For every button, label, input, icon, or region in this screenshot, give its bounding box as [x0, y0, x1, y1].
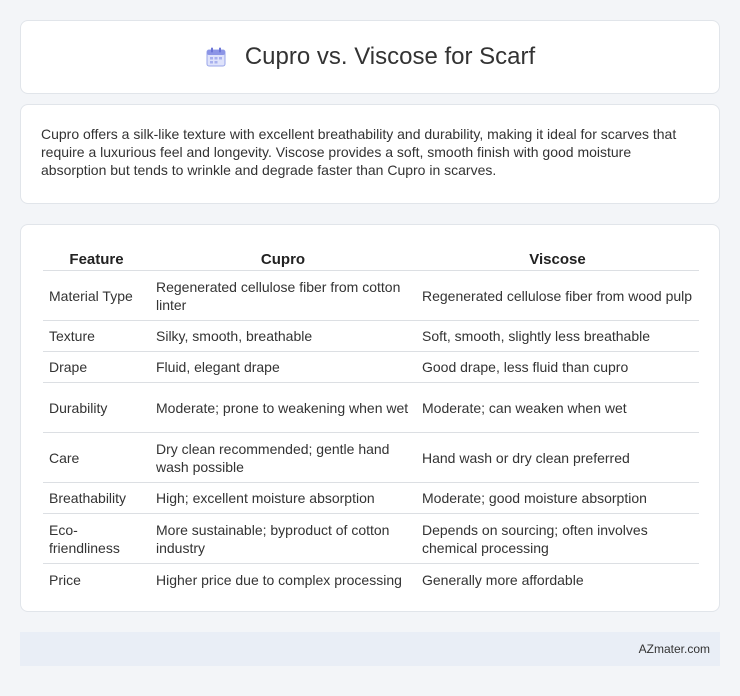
comparison-table: Feature Cupro Viscose Material Type Rege…	[43, 243, 699, 595]
viscose-cell: Hand wash or dry clean preferred	[416, 433, 699, 483]
header-feature: Feature	[43, 243, 150, 271]
viscose-cell: Good drape, less fluid than cupro	[416, 352, 699, 383]
page-title: Cupro vs. Viscose for Scarf	[244, 43, 536, 70]
cupro-cell: Higher price due to complex processing	[156, 571, 402, 588]
table-row: Material Type Regenerated cellulose fibe…	[43, 271, 699, 321]
table-row: Eco-friendliness More sustainable; bypro…	[43, 514, 699, 564]
viscose-cell: Regenerated cellulose fiber from wood pu…	[416, 271, 699, 321]
cupro-cell: More sustainable; byproduct of cotton in…	[150, 514, 416, 564]
cupro-cell: Moderate; prone to weakening when wet	[150, 383, 416, 433]
cupro-cell: High; excellent moisture absorption	[150, 483, 416, 514]
feature-cell: Drape	[43, 352, 150, 383]
feature-cell: Care	[43, 433, 150, 483]
feature-cell: Breathability	[43, 483, 150, 514]
viscose-cell: Moderate; good moisture absorption	[416, 483, 699, 514]
summary-text: Cupro offers a silk-like texture with ex…	[41, 126, 677, 178]
footer-site-link[interactable]: AZmater.com	[639, 642, 710, 656]
comparison-card: Feature Cupro Viscose Material Type Rege…	[20, 224, 720, 612]
viscose-cell: Depends on sourcing; often involves chem…	[416, 514, 699, 564]
feature-cell: Durability	[43, 383, 150, 433]
cupro-cell: Dry clean recommended; gentle hand wash …	[150, 433, 416, 483]
table-row: Care Dry clean recommended; gentle hand …	[43, 433, 699, 483]
table-row: Texture Silky, smooth, breathable Soft, …	[43, 321, 699, 352]
title-card: Cupro vs. Viscose for Scarf	[20, 20, 720, 94]
footer: AZmater.com	[20, 632, 720, 666]
viscose-cell: Moderate; can weaken when wet	[416, 383, 699, 433]
feature-cell: Price	[49, 571, 81, 588]
table-header-row: Feature Cupro Viscose	[43, 243, 699, 271]
feature-cell: Material Type	[43, 271, 150, 321]
header-viscose: Viscose	[416, 243, 699, 271]
table-row: Durability Moderate; prone to weakening …	[43, 383, 699, 433]
cupro-cell: Regenerated cellulose fiber from cotton …	[150, 271, 416, 321]
feature-cell: Texture	[43, 321, 150, 352]
calendar-icon	[205, 46, 227, 68]
viscose-cell: Soft, smooth, slightly less breathable	[416, 321, 699, 352]
table-row: Drape Fluid, elegant drape Good drape, l…	[43, 352, 699, 383]
viscose-cell: Generally more affordable	[422, 571, 584, 588]
header-cupro: Cupro	[150, 243, 416, 271]
cupro-cell: Silky, smooth, breathable	[150, 321, 416, 352]
table-row: Breathability High; excellent moisture a…	[43, 483, 699, 514]
feature-cell: Eco-friendliness	[43, 514, 150, 564]
cupro-cell: Fluid, elegant drape	[150, 352, 416, 383]
summary-card: Cupro offers a silk-like texture with ex…	[20, 104, 720, 204]
table-row: Price Higher price due to complex proces…	[43, 564, 699, 595]
